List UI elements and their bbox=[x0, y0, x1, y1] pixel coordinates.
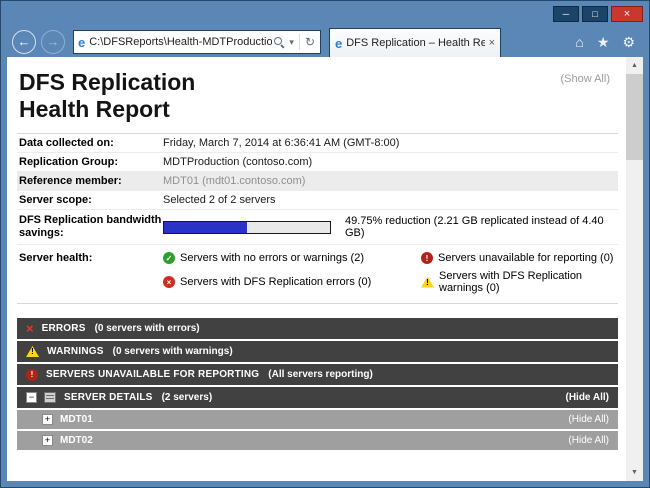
scrollbar-thumb[interactable] bbox=[626, 74, 643, 160]
unavailable-circle-icon: ! bbox=[421, 252, 433, 264]
window-titlebar: ─ □ × bbox=[1, 1, 649, 27]
bandwidth-savings-row: DFS Replication bandwidth savings: 49.75… bbox=[17, 210, 618, 245]
section-subtitle: (0 servers with warnings) bbox=[113, 346, 233, 357]
address-divider bbox=[299, 34, 300, 50]
tab-close-icon[interactable]: × bbox=[489, 37, 495, 49]
server-health-grid: ✓ Servers with no errors or warnings (2)… bbox=[163, 252, 618, 294]
browser-tab[interactable]: e DFS Replication – Health Re... × bbox=[329, 28, 501, 57]
maximize-button[interactable]: □ bbox=[582, 6, 608, 22]
report-sections: × ERRORS (0 servers with errors) ! WARNI… bbox=[17, 318, 618, 450]
bandwidth-text: 49.75% reduction (2.21 GB replicated ins… bbox=[345, 215, 618, 239]
forward-button[interactable]: → bbox=[41, 30, 65, 54]
health-item-text: Servers with DFS Replication errors (0) bbox=[180, 276, 371, 288]
section-subtitle: (0 servers with errors) bbox=[95, 323, 200, 334]
section-bar-server-details[interactable]: − SERVER DETAILS (2 servers) (Hide All) bbox=[17, 387, 618, 408]
hide-all-link[interactable]: (Hide All) bbox=[568, 414, 609, 425]
server-row-mdt01[interactable]: + MDT01 (Hide All) bbox=[17, 410, 618, 429]
minimize-icon: ─ bbox=[563, 8, 569, 21]
field-label: Server health: bbox=[17, 252, 163, 294]
back-button[interactable]: ← bbox=[12, 30, 36, 54]
scroll-down-arrow[interactable]: ▼ bbox=[626, 464, 643, 481]
favorites-star-icon[interactable]: ★ bbox=[597, 34, 610, 51]
field-row-server-scope: Server scope: Selected 2 of 2 servers bbox=[17, 191, 618, 210]
page-viewport: DFS Replication Health Report (Show All)… bbox=[7, 57, 643, 481]
section-title: SERVER DETAILS bbox=[64, 392, 153, 403]
tab-favicon-icon: e bbox=[335, 36, 342, 51]
collapse-minus-icon[interactable]: − bbox=[26, 392, 37, 403]
server-name: MDT02 bbox=[60, 435, 93, 446]
health-item-text: Servers unavailable for reporting (0) bbox=[438, 252, 613, 264]
expand-plus-icon[interactable]: + bbox=[42, 414, 53, 425]
show-all-link[interactable]: (Show All) bbox=[560, 73, 610, 85]
health-item-text: Servers with DFS Replication warnings (0… bbox=[439, 270, 618, 294]
toolbar-right-icons: ⌂ ★ ⚙ bbox=[575, 34, 635, 51]
field-value: MDTProduction (contoso.com) bbox=[163, 156, 312, 168]
server-health-row: Server health: ✓ Servers with no errors … bbox=[17, 245, 618, 304]
field-label: DFS Replication bandwidth savings: bbox=[17, 214, 163, 240]
report-content: DFS Replication Health Report (Show All)… bbox=[7, 57, 626, 481]
window-controls: ─ □ × bbox=[553, 6, 643, 22]
field-row-data-collected: Data collected on: Friday, March 7, 2014… bbox=[17, 134, 618, 153]
page-title-line1: DFS Replication bbox=[19, 69, 614, 96]
scroll-up-arrow[interactable]: ▲ bbox=[626, 57, 643, 74]
vertical-scrollbar[interactable]: ▲ ▼ bbox=[626, 57, 643, 481]
error-circle-icon: × bbox=[163, 276, 175, 288]
field-label: Server scope: bbox=[17, 194, 163, 206]
report-fields: Data collected on: Friday, March 7, 2014… bbox=[17, 133, 618, 304]
bandwidth-progress-bar bbox=[163, 221, 331, 234]
section-subtitle: (2 servers) bbox=[162, 392, 213, 403]
health-item-unavailable: ! Servers unavailable for reporting (0) bbox=[421, 252, 618, 264]
report-header: DFS Replication Health Report (Show All) bbox=[17, 65, 618, 133]
expand-plus-icon[interactable]: + bbox=[42, 435, 53, 446]
section-title: SERVERS UNAVAILABLE FOR REPORTING bbox=[46, 369, 259, 380]
field-row-reference-member: Reference member: MDT01 (mdt01.contoso.c… bbox=[17, 172, 618, 191]
check-circle-icon: ✓ bbox=[163, 252, 175, 264]
server-stack-icon bbox=[44, 392, 56, 403]
health-item-errors: × Servers with DFS Replication errors (0… bbox=[163, 270, 421, 294]
warning-triangle-icon: ! bbox=[421, 277, 434, 288]
health-item-text: Servers with no errors or warnings (2) bbox=[180, 252, 364, 264]
address-input[interactable]: C:\DFSReports\Health-MDTProduction-07M bbox=[89, 36, 272, 48]
warning-triangle-icon: ! bbox=[26, 346, 39, 357]
tab-title: DFS Replication – Health Re... bbox=[346, 37, 484, 49]
unavailable-circle-icon: ! bbox=[26, 369, 38, 381]
settings-gear-icon[interactable]: ⚙ bbox=[622, 34, 635, 51]
server-row-mdt02[interactable]: + MDT02 (Hide All) bbox=[17, 431, 618, 450]
browser-toolbar: ← → e C:\DFSReports\Health-MDTProduction… bbox=[7, 27, 643, 57]
section-title: WARNINGS bbox=[47, 346, 104, 357]
health-item-no-errors: ✓ Servers with no errors or warnings (2) bbox=[163, 252, 421, 264]
hide-all-link[interactable]: (Hide All) bbox=[568, 435, 609, 446]
search-icon[interactable] bbox=[274, 37, 285, 48]
bandwidth-progress-fill bbox=[164, 222, 247, 233]
page-title-line2: Health Report bbox=[19, 96, 614, 123]
section-title: ERRORS bbox=[42, 323, 86, 334]
ie-page-icon: e bbox=[78, 35, 85, 50]
field-value: Selected 2 of 2 servers bbox=[163, 194, 276, 206]
field-label: Data collected on: bbox=[17, 137, 163, 149]
server-name: MDT01 bbox=[60, 414, 93, 425]
field-value: MDT01 (mdt01.contoso.com) bbox=[163, 175, 305, 187]
field-row-replication-group: Replication Group: MDTProduction (contos… bbox=[17, 153, 618, 172]
address-bar[interactable]: e C:\DFSReports\Health-MDTProduction-07M… bbox=[73, 30, 321, 54]
refresh-icon[interactable]: ↻ bbox=[303, 35, 317, 49]
home-icon[interactable]: ⌂ bbox=[575, 34, 583, 51]
section-bar-unavailable[interactable]: ! SERVERS UNAVAILABLE FOR REPORTING (All… bbox=[17, 364, 618, 385]
section-subtitle: (All servers reporting) bbox=[268, 369, 372, 380]
field-value: Friday, March 7, 2014 at 6:36:41 AM (GMT… bbox=[163, 137, 399, 149]
health-item-warnings: ! Servers with DFS Replication warnings … bbox=[421, 270, 618, 294]
minimize-button[interactable]: ─ bbox=[553, 6, 579, 22]
hide-all-link[interactable]: (Hide All) bbox=[565, 392, 609, 403]
section-bar-warnings[interactable]: ! WARNINGS (0 servers with warnings) bbox=[17, 341, 618, 362]
field-label: Replication Group: bbox=[17, 156, 163, 168]
chevron-down-icon[interactable]: ▾ bbox=[287, 37, 296, 48]
maximize-icon: □ bbox=[592, 8, 597, 21]
section-bar-errors[interactable]: × ERRORS (0 servers with errors) bbox=[17, 318, 618, 339]
page-title: DFS Replication Health Report bbox=[19, 69, 614, 123]
field-label: Reference member: bbox=[17, 175, 163, 187]
error-x-icon: × bbox=[26, 322, 34, 335]
close-icon: × bbox=[624, 8, 630, 21]
close-button[interactable]: × bbox=[611, 6, 643, 22]
browser-window: ─ □ × ← → e C:\DFSReports\Health-MDTProd… bbox=[0, 0, 650, 488]
